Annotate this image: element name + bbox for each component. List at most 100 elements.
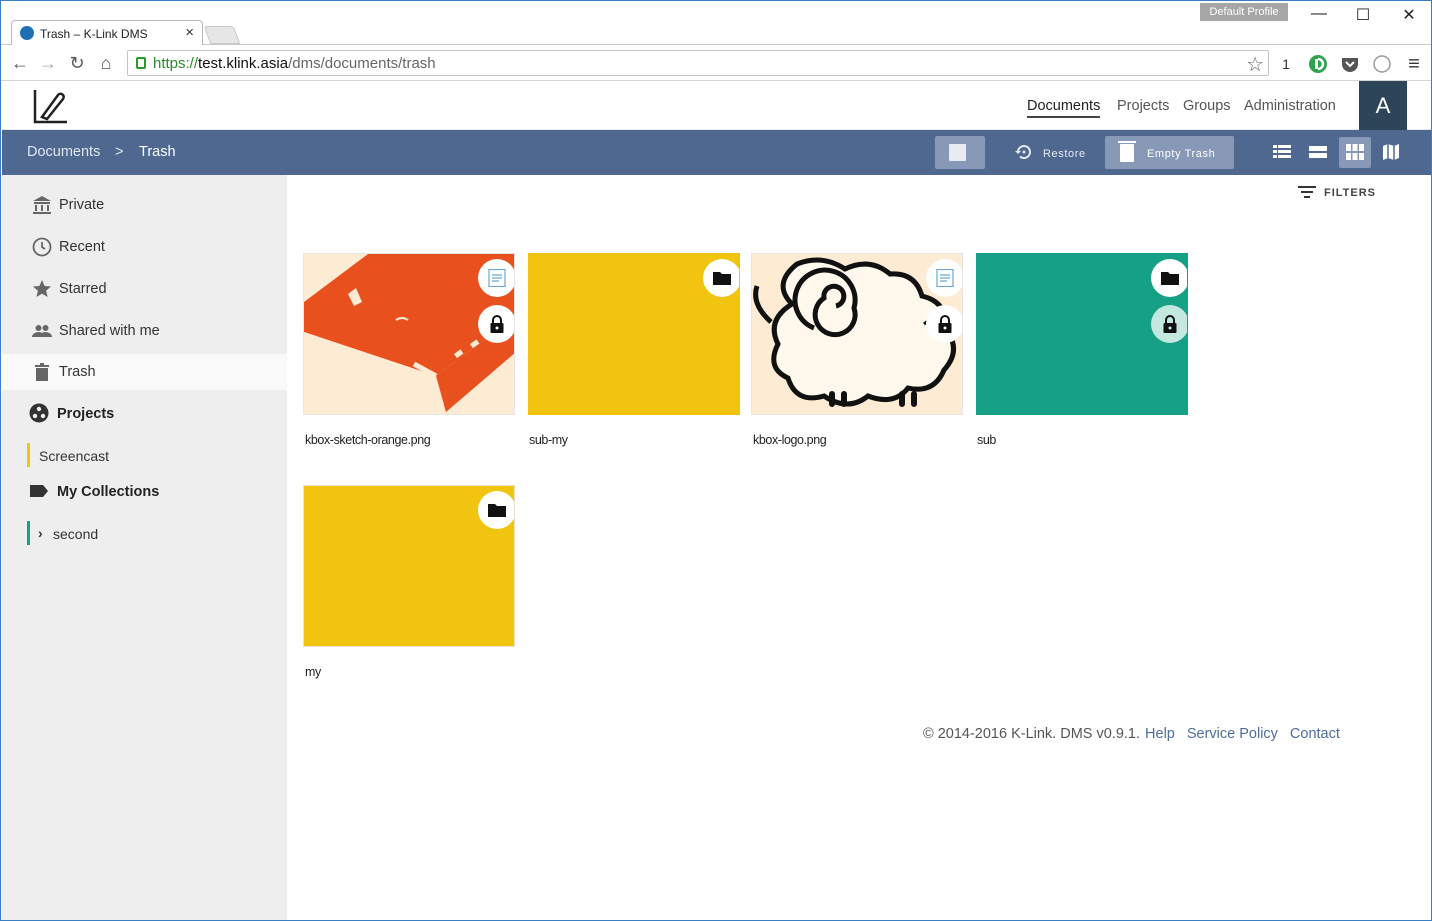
browser-tab[interactable]: Trash – K-Link DMS ×: [11, 20, 203, 45]
orange-box-image: [303, 253, 515, 415]
project-color-bar: [27, 443, 30, 467]
footer-link-contact[interactable]: Contact: [1290, 726, 1340, 742]
lock-icon: [1163, 315, 1177, 333]
folder-card[interactable]: [528, 253, 740, 415]
pocket-icon[interactable]: [1339, 54, 1361, 74]
reload-icon[interactable]: ↻: [67, 53, 87, 73]
projects-heading[interactable]: Projects: [2, 399, 287, 429]
extension-count[interactable]: 1: [1275, 54, 1297, 74]
footer-link-service-policy[interactable]: Service Policy: [1187, 726, 1278, 742]
home-icon[interactable]: ⌂: [96, 53, 116, 73]
item-name[interactable]: kbox-sketch-orange.png: [305, 433, 431, 447]
document-card[interactable]: [751, 253, 963, 415]
forward-icon[interactable]: →: [38, 53, 58, 73]
sidebar-collection-second[interactable]: › second: [27, 521, 287, 545]
sidebar: Private Recent Starred Shared with me Tr…: [2, 175, 287, 920]
document-type-badge: [478, 259, 514, 297]
sheep-image: [751, 253, 963, 415]
secure-lock-icon: [136, 57, 146, 69]
browser-toolbar: ← → ↻ ⌂ https://test.klink.asia/dms/docu…: [1, 45, 1431, 81]
restore-icon: [1014, 142, 1034, 168]
extension-circle-icon[interactable]: [1371, 54, 1393, 74]
footer-link-help[interactable]: Help: [1145, 726, 1175, 742]
breadcrumb-documents[interactable]: Documents: [27, 144, 100, 160]
tab-title: Trash – K-Link DMS: [40, 27, 148, 41]
projects-icon: [29, 403, 49, 423]
folder-type-badge: [1151, 259, 1187, 297]
breadcrumb-separator: >: [115, 144, 124, 160]
lock-icon: [490, 315, 504, 333]
lock-badge: [926, 305, 962, 343]
people-icon: [32, 325, 52, 337]
nav-projects[interactable]: Projects: [1117, 98, 1169, 114]
restore-button[interactable]: Restore: [1010, 136, 1100, 169]
bookmark-star-icon[interactable]: ☆: [1246, 52, 1264, 77]
clock-icon: [32, 237, 52, 257]
document-icon: [488, 269, 506, 287]
folder-icon: [1161, 272, 1179, 285]
item-name[interactable]: sub-my: [529, 433, 568, 447]
folder-type-badge: [478, 491, 514, 529]
folder-icon: [488, 504, 506, 517]
extension-green-icon[interactable]: [1307, 54, 1329, 74]
profile-badge[interactable]: Default Profile: [1200, 3, 1288, 21]
project-label: Screencast: [39, 448, 110, 464]
restore-label: Restore: [1043, 148, 1086, 160]
rows-view-button[interactable]: [1302, 137, 1334, 168]
bank-icon: [33, 196, 51, 214]
sidebar-item-label: Starred: [59, 281, 107, 297]
trash-icon: [35, 363, 49, 381]
title-bar: Trash – K-Link DMS × Default Profile — ☐…: [1, 1, 1431, 45]
browser-window: Trash – K-Link DMS × Default Profile — ☐…: [0, 0, 1432, 921]
maximize-icon[interactable]: ☐: [1348, 5, 1378, 25]
document-icon: [936, 269, 954, 287]
action-bar: Documents > Trash Restore Empty Trash: [2, 130, 1431, 175]
grid-view-button[interactable]: [1339, 137, 1371, 168]
back-icon[interactable]: ←: [10, 53, 30, 73]
address-bar[interactable]: https://test.klink.asia/dms/documents/tr…: [127, 50, 1269, 76]
browser-menu-icon[interactable]: ≡: [1403, 54, 1425, 74]
list-view-button[interactable]: [1266, 137, 1298, 168]
folder-card[interactable]: [976, 253, 1188, 415]
map-view-button[interactable]: [1375, 137, 1407, 168]
item-name[interactable]: sub: [977, 433, 996, 447]
sidebar-item-label: Recent: [59, 239, 105, 255]
folder-type-badge: [703, 259, 739, 297]
sidebar-project-screencast[interactable]: Screencast: [27, 443, 287, 467]
copyright-text: © 2014-2016 K-Link. DMS v0.9.1.: [923, 726, 1141, 742]
new-tab-button[interactable]: [203, 26, 241, 44]
collection-label: second: [53, 526, 99, 542]
map-view-icon: [1383, 144, 1399, 160]
window-close-icon[interactable]: ✕: [1394, 5, 1424, 25]
folder-card[interactable]: [303, 485, 515, 647]
folder-thumbnail: [303, 485, 515, 647]
collection-color-bar: [27, 521, 30, 545]
klink-logo-icon[interactable]: [32, 87, 70, 125]
filters-label: FILTERS: [1324, 187, 1377, 199]
sidebar-item-shared[interactable]: Shared with me: [2, 313, 287, 349]
collections-heading[interactable]: My Collections: [2, 477, 287, 507]
item-name[interactable]: kbox-logo.png: [753, 433, 827, 447]
nav-groups[interactable]: Groups: [1183, 98, 1231, 114]
document-type-badge: [926, 259, 962, 297]
user-avatar[interactable]: A: [1359, 81, 1407, 130]
sidebar-item-starred[interactable]: Starred: [2, 271, 287, 307]
sidebar-item-recent[interactable]: Recent: [2, 229, 287, 265]
rows-view-icon: [1309, 146, 1327, 158]
document-card[interactable]: [303, 253, 515, 415]
item-name[interactable]: my: [305, 665, 321, 679]
nav-documents[interactable]: Documents: [1027, 98, 1101, 118]
empty-trash-button[interactable]: Empty Trash: [1105, 136, 1234, 169]
projects-heading-label: Projects: [57, 406, 115, 422]
select-all-button[interactable]: [935, 136, 985, 169]
sidebar-item-trash[interactable]: Trash: [2, 354, 287, 390]
klink-favicon-icon: [20, 26, 34, 40]
minimize-icon[interactable]: —: [1304, 5, 1334, 23]
folder-thumbnail: [976, 253, 1188, 415]
sidebar-item-private[interactable]: Private: [2, 187, 287, 223]
star-icon: [33, 280, 51, 297]
nav-administration[interactable]: Administration: [1244, 98, 1336, 114]
collections-heading-label: My Collections: [57, 484, 160, 500]
chevron-right-icon[interactable]: ›: [38, 525, 43, 541]
tab-close-icon[interactable]: ×: [185, 24, 194, 41]
